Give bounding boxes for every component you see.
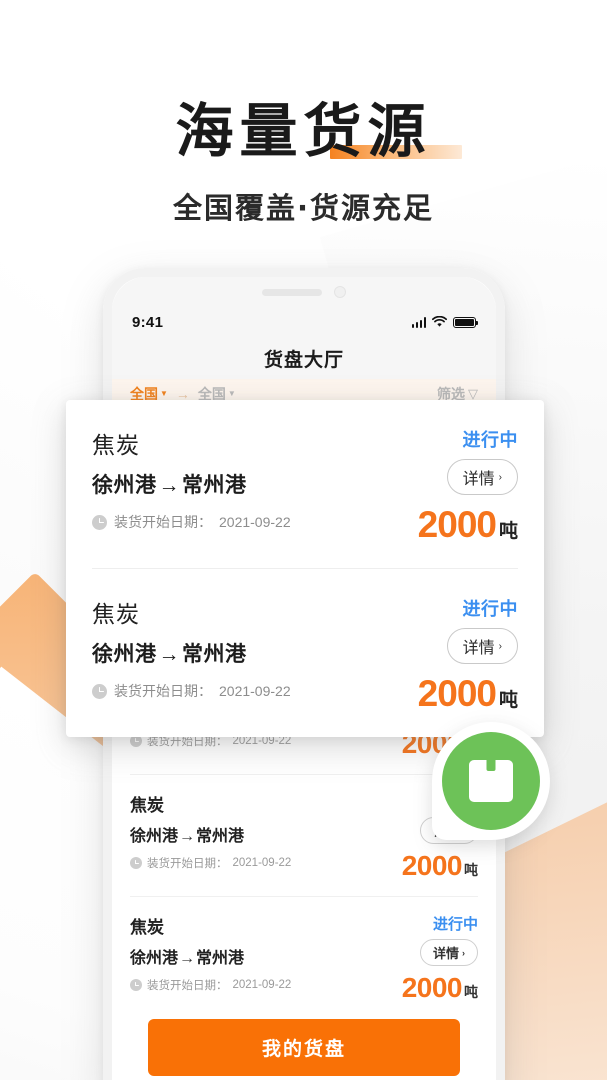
overlay-cargo-name: 焦炭 bbox=[92, 601, 140, 627]
overlay-cargo-route: 徐州港→常州港 bbox=[92, 469, 386, 499]
overlay-cargo-amount-value: 2000 bbox=[417, 504, 497, 545]
cargo-route: 徐州港→常州港 bbox=[130, 944, 368, 968]
overlay-cargo-info: 焦炭 徐州港→常州港 装货开始日期： 2021-09-22 bbox=[92, 426, 386, 546]
detail-button-label: 详情 bbox=[462, 640, 495, 657]
cargo-date-value: 2021-09-22 bbox=[232, 857, 292, 869]
chevron-right-icon: › bbox=[498, 640, 502, 652]
overlay-cargo-date-value: 2021-09-22 bbox=[219, 514, 291, 530]
cargo-amount: 2000 吨 bbox=[402, 850, 478, 882]
cargo-name: 焦炭 bbox=[130, 918, 164, 937]
status-badge: 进行中 bbox=[462, 599, 518, 619]
overlay-cargo-name: 焦炭 bbox=[92, 432, 140, 458]
route-destination: 常州港 bbox=[196, 828, 245, 845]
battery-icon bbox=[453, 317, 479, 328]
overlay-cargo-date: 装货开始日期： 2021-09-22 bbox=[92, 681, 386, 701]
phone-top-bezel bbox=[112, 277, 496, 307]
package-box-icon bbox=[469, 760, 513, 802]
route-arrow-icon: → bbox=[158, 643, 180, 666]
overlay-cargo-date-value: 2021-09-22 bbox=[219, 683, 291, 699]
route-arrow-icon: → bbox=[158, 474, 180, 497]
floating-badge-circle bbox=[442, 732, 540, 830]
overlay-list-item[interactable]: 焦炭 徐州港→常州港 装货开始日期： 2021-09-22 进行中 详情 › 2… bbox=[92, 568, 518, 737]
status-bar: 9:41 bbox=[112, 307, 496, 337]
overlay-cargo-amount-unit: 吨 bbox=[498, 521, 518, 542]
cargo-info: 焦炭 徐州港→常州港 装货开始日期： 2021-09-22 bbox=[130, 791, 368, 882]
route-origin: 徐州港 bbox=[130, 828, 179, 845]
route-destination: 常州港 bbox=[182, 643, 247, 666]
cargo-date-label: 装货开始日期： bbox=[147, 858, 228, 870]
cargo-amount: 2000 吨 bbox=[402, 972, 478, 1004]
overlay-cargo-route: 徐州港→常州港 bbox=[92, 638, 386, 668]
hero-headline: 海量货源 全国覆盖·货源充足 bbox=[0, 98, 607, 227]
detail-button-label: 详情 bbox=[432, 946, 459, 961]
page-title: 海量货源 bbox=[175, 97, 463, 165]
overlay-cargo-amount-value: 2000 bbox=[417, 673, 497, 714]
route-origin: 徐州港 bbox=[92, 474, 157, 497]
route-arrow-icon: → bbox=[179, 828, 196, 845]
promo-screenshot: 海量货源 全国覆盖·货源充足 9:41 货盘大厅 全国 ▼ → 全国 ▼ 筛选 … bbox=[0, 0, 607, 1080]
chevron-right-icon: › bbox=[462, 947, 465, 958]
cargo-amount-unit: 吨 bbox=[464, 862, 478, 878]
clock-icon bbox=[130, 857, 142, 869]
list-item[interactable]: 焦炭 徐州港→常州港 装货开始日期： 2021-09-22 进行中 详情 › bbox=[130, 775, 478, 897]
highlight-overlay-card: 焦炭 徐州港→常州港 装货开始日期： 2021-09-22 进行中 详情 › 2… bbox=[66, 400, 544, 737]
route-destination: 常州港 bbox=[182, 474, 247, 497]
overlay-cargo-date-label: 装货开始日期： bbox=[114, 683, 212, 699]
overlay-cargo-date-label: 装货开始日期： bbox=[114, 514, 212, 530]
cargo-date-value: 2021-09-22 bbox=[232, 979, 292, 991]
status-icons bbox=[411, 316, 479, 328]
nav-title: 货盘大厅 bbox=[112, 337, 496, 379]
overlay-cargo-amount-unit: 吨 bbox=[498, 690, 518, 711]
cargo-date: 装货开始日期： 2021-09-22 bbox=[130, 977, 368, 993]
chevron-right-icon: › bbox=[498, 471, 502, 483]
cargo-date-label: 装货开始日期： bbox=[147, 980, 228, 992]
route-origin: 徐州港 bbox=[130, 950, 179, 967]
overlay-cargo-date: 装货开始日期： 2021-09-22 bbox=[92, 512, 386, 532]
overlay-list-item[interactable]: 焦炭 徐州港→常州港 装货开始日期： 2021-09-22 进行中 详情 › 2… bbox=[92, 400, 518, 568]
wifi-icon bbox=[432, 316, 447, 327]
front-camera-icon bbox=[334, 286, 346, 298]
route-arrow-icon: → bbox=[179, 950, 196, 967]
cargo-route: 徐州港→常州港 bbox=[130, 822, 368, 846]
title-part-plain: 海量 bbox=[175, 97, 304, 165]
cargo-name: 焦炭 bbox=[130, 796, 164, 815]
detail-button[interactable]: 详情 › bbox=[419, 939, 478, 966]
clock-icon bbox=[130, 979, 142, 991]
cargo-date: 装货开始日期： 2021-09-22 bbox=[130, 855, 368, 871]
detail-button-label: 详情 bbox=[462, 471, 495, 488]
overlay-cargo-amount: 2000 吨 bbox=[418, 504, 518, 546]
clock-icon bbox=[92, 683, 107, 699]
cargo-info: 焦炭 徐州港→常州港 装货开始日期： 2021-09-22 bbox=[130, 913, 368, 1004]
overlay-cargo-info: 焦炭 徐州港→常州港 装货开始日期： 2021-09-22 bbox=[92, 595, 386, 715]
cargo-actions: 进行中 详情 › 2000 吨 bbox=[368, 913, 478, 1004]
floating-cargo-badge[interactable] bbox=[432, 722, 550, 840]
detail-button[interactable]: 详情 › bbox=[446, 628, 518, 664]
overlay-cargo-actions: 进行中 详情 › 2000 吨 bbox=[386, 426, 518, 546]
title-part-marked: 货源 bbox=[303, 97, 432, 165]
clock-icon bbox=[92, 514, 107, 530]
cta-footer: 我的货盘 bbox=[112, 1005, 496, 1080]
list-item[interactable]: 焦炭 徐州港→常州港 装货开始日期： 2021-09-22 进行中 详情 › bbox=[130, 897, 478, 1019]
signal-bars-icon bbox=[411, 317, 426, 328]
detail-button[interactable]: 详情 › bbox=[446, 459, 518, 495]
cargo-amount-unit: 吨 bbox=[464, 984, 478, 1000]
status-time: 9:41 bbox=[132, 313, 164, 331]
speaker-grill-icon bbox=[262, 288, 322, 296]
cargo-amount-value: 2000 bbox=[401, 972, 463, 1003]
route-origin: 徐州港 bbox=[92, 643, 157, 666]
chevron-down-icon: ▼ bbox=[160, 389, 168, 398]
my-cargo-button[interactable]: 我的货盘 bbox=[148, 1019, 460, 1076]
status-badge: 进行中 bbox=[432, 916, 478, 933]
overlay-cargo-actions: 进行中 详情 › 2000 吨 bbox=[386, 595, 518, 715]
route-destination: 常州港 bbox=[196, 950, 245, 967]
overlay-cargo-amount: 2000 吨 bbox=[418, 673, 518, 715]
status-badge: 进行中 bbox=[462, 430, 518, 450]
cargo-amount-value: 2000 bbox=[401, 850, 463, 881]
hero-subtitle: 全国覆盖·货源充足 bbox=[172, 190, 435, 225]
chevron-down-icon: ▼ bbox=[227, 389, 236, 398]
